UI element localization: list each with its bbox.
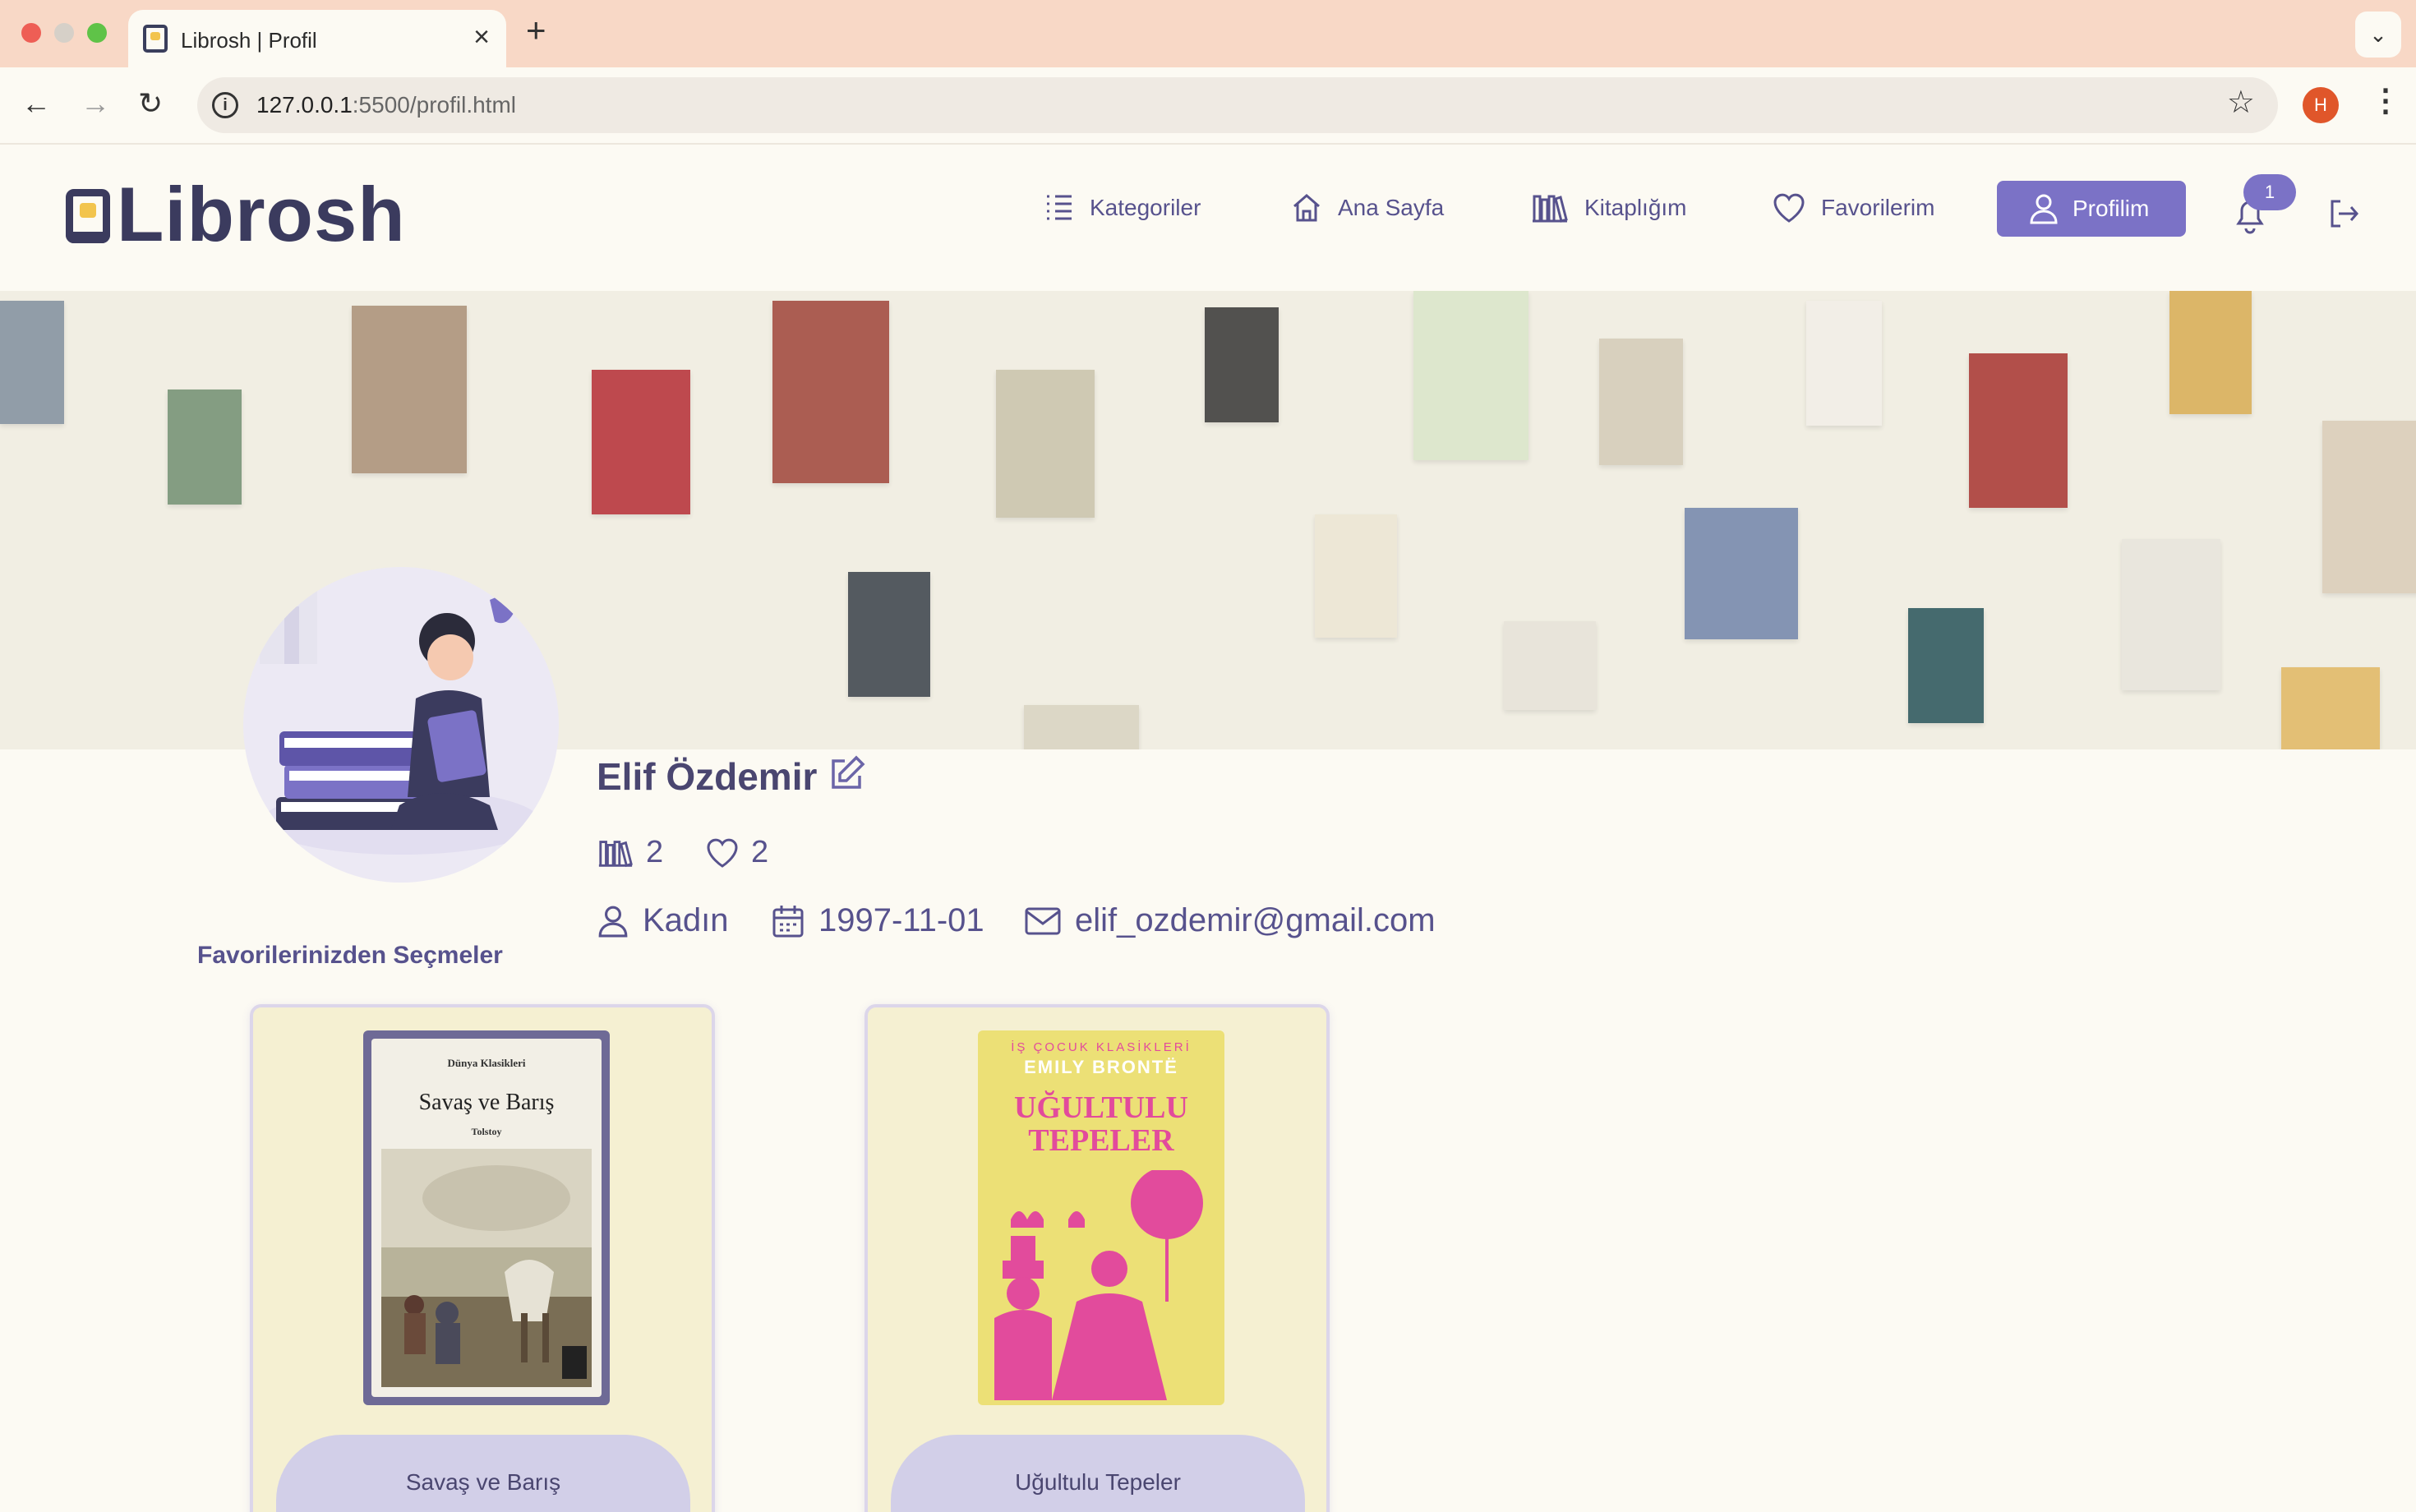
forward-arrow-icon[interactable]: → [81, 89, 110, 118]
tab-close-icon[interactable]: × [473, 23, 490, 51]
birthdate-value: 1997-11-01 [818, 902, 984, 938]
book-logo-icon [66, 189, 110, 243]
browser-tab[interactable]: Librosh | Profil × [128, 10, 506, 67]
url-path: :5500/profil.html [352, 92, 516, 118]
user-icon [2030, 194, 2058, 224]
favorites-section-title: Favorilerinizden Seçmeler [197, 942, 503, 969]
address-bar[interactable]: i 127.0.0.1:5500/profil.html ☆ [197, 77, 2278, 133]
cover-series: İŞ ÇOCUK KLASİKLERİ [1011, 1040, 1192, 1054]
library-count-value: 2 [646, 835, 664, 869]
library-count: 2 [597, 835, 663, 870]
url-host: 127.0.0.1 [256, 92, 353, 118]
cover-series: Dünya Klasikleri [447, 1057, 526, 1069]
logo-text: Librosh [117, 171, 406, 257]
nav-kitapligim[interactable]: Kitaplığım [1530, 187, 1687, 228]
tab-title: Librosh | Profil [181, 28, 317, 53]
cover-author: EMILY BRONTË [1024, 1057, 1178, 1077]
gender-value: Kadın [643, 902, 729, 938]
banner-book-cover [1806, 301, 1882, 426]
banner-book-cover [1599, 339, 1683, 465]
book-cover-ugultulu-tepeler: İŞ ÇOCUK KLASİKLERİ EMILY BRONTË UĞULTUL… [978, 1030, 1224, 1405]
heart-icon [1773, 193, 1805, 223]
notification-badge: 1 [2243, 174, 2296, 210]
banner-book-cover [1685, 508, 1798, 639]
logout-icon[interactable] [2327, 197, 2360, 234]
birthdate-info: 1997-11-01 [771, 902, 984, 939]
browser-profile-avatar[interactable]: H [2303, 87, 2339, 123]
mail-icon [1025, 907, 1061, 934]
banner-book-cover [1315, 514, 1397, 638]
banner-book-cover [2122, 539, 2220, 690]
gender-info: Kadın [597, 902, 729, 939]
browser-menu-icon[interactable]: ⋮ [2370, 85, 2401, 117]
banner-book-cover [0, 301, 64, 424]
window-minimize-button[interactable] [54, 23, 74, 43]
library-icon [598, 840, 633, 867]
nav-ana-sayfa[interactable]: Ana Sayfa [1290, 187, 1444, 228]
email-value: elif_ozdemir@gmail.com [1075, 902, 1436, 938]
site-info-icon[interactable]: i [212, 92, 238, 118]
cover-title-line2: TEPELER [1028, 1123, 1174, 1158]
banner-book-cover [1908, 608, 1984, 723]
window-close-button[interactable] [21, 23, 41, 43]
nav-ana-sayfa-label: Ana Sayfa [1338, 195, 1445, 220]
back-arrow-icon[interactable]: ← [21, 89, 51, 118]
book-title-pill[interactable]: Savaş ve Barış [276, 1435, 690, 1512]
favicon-icon [143, 25, 168, 53]
nav-profilim-label: Profilim [2073, 196, 2150, 221]
banner-book-cover [1024, 705, 1139, 749]
banner-book-cover [1413, 291, 1528, 460]
url-text[interactable]: 127.0.0.1:5500/profil.html [256, 92, 516, 118]
banner-book-cover [168, 390, 242, 505]
nav-favorilerim[interactable]: Favorilerim [1772, 187, 1934, 228]
calendar-icon [772, 905, 804, 937]
user-icon [598, 906, 628, 937]
new-tab-icon[interactable]: + [526, 13, 546, 48]
nav-kategoriler[interactable]: Kategoriler [1042, 187, 1201, 228]
tab-search-chevron-icon[interactable]: ⌄ [2355, 12, 2401, 58]
nav-profilim-active[interactable]: Profilim [1997, 181, 2186, 237]
cover-title-line1: UĞULTULU [1014, 1090, 1188, 1125]
cover-title: Savaş ve Barış [418, 1090, 555, 1115]
nav-favorilerim-label: Favorilerim [1821, 195, 1935, 220]
nav-kitapligim-label: Kitaplığım [1584, 195, 1687, 220]
favorites-count: 2 [705, 835, 768, 870]
favorites-count-value: 2 [751, 835, 769, 869]
list-icon [1047, 195, 1072, 220]
banner-book-cover [772, 301, 889, 483]
browser-tab-strip: Librosh | Profil × + ⌄ [0, 0, 2416, 67]
banner-book-cover [592, 370, 690, 514]
banner-book-cover [1205, 307, 1279, 422]
home-icon [1293, 194, 1320, 222]
banner-book-cover [1504, 621, 1596, 710]
window-maximize-button[interactable] [87, 23, 107, 43]
profile-illustration [243, 567, 559, 883]
book-cover-savas-ve-baris: Dünya Klasikleri Savaş ve Barış Tolstoy [363, 1030, 610, 1405]
nav-kategoriler-label: Kategoriler [1090, 195, 1201, 220]
cover-author: Tolstoy [471, 1126, 502, 1137]
heart-icon [707, 838, 738, 868]
banner-book-cover [2322, 421, 2416, 593]
library-icon [1533, 195, 1568, 223]
book-title-pill[interactable]: Uğultulu Tepeler [891, 1435, 1305, 1512]
favorite-book-card[interactable]: İŞ ÇOCUK KLASİKLERİ EMILY BRONTË UĞULTUL… [865, 1004, 1330, 1512]
banner-book-cover [996, 370, 1095, 518]
site-header: Librosh Kategoriler Ana Sayfa Kitaplığım… [0, 145, 2416, 291]
browser-toolbar: ← → ↻ i 127.0.0.1:5500/profil.html ☆ H ⋮ [0, 67, 2416, 145]
edit-profile-icon[interactable] [827, 754, 866, 798]
banner-book-cover [1969, 353, 2068, 508]
reload-icon[interactable]: ↻ [138, 89, 163, 118]
banner-book-cover [848, 572, 930, 697]
bookmark-star-icon[interactable]: ☆ [2227, 87, 2255, 118]
email-info: elif_ozdemir@gmail.com [1024, 902, 1436, 939]
profile-name: Elif Özdemir [597, 755, 818, 798]
banner-book-cover [352, 306, 467, 473]
favorite-book-card[interactable]: Dünya Klasikleri Savaş ve Barış Tolstoy … [250, 1004, 715, 1512]
banner-book-cover [2281, 667, 2380, 749]
banner-book-cover [2169, 291, 2252, 414]
